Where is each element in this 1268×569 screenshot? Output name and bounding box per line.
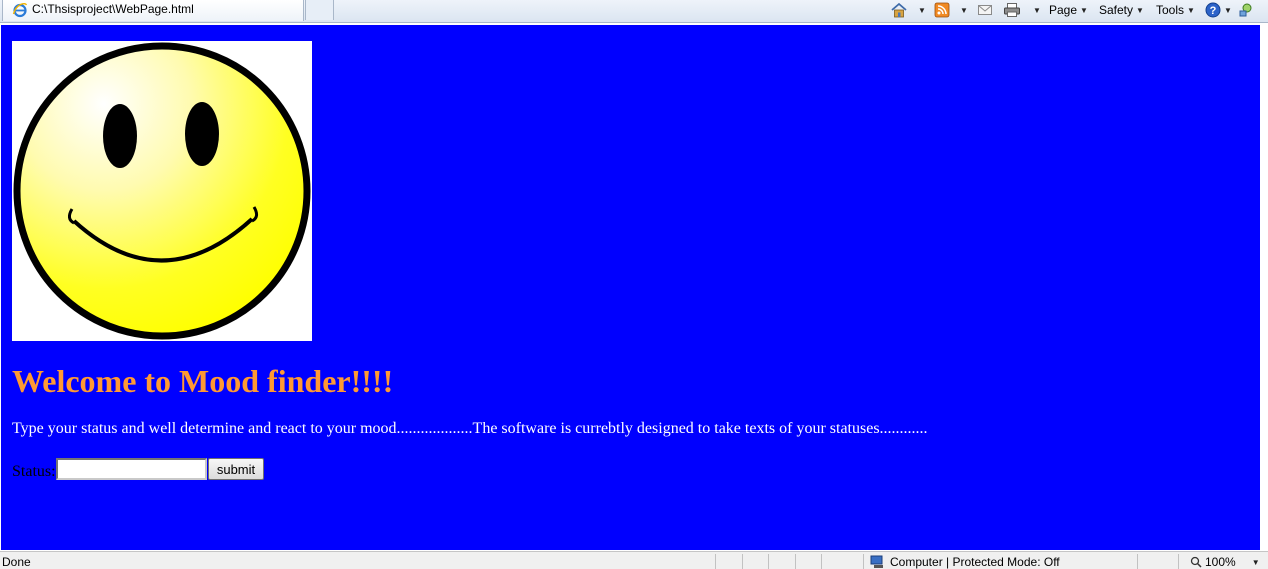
tools-menu-label: Tools	[1156, 3, 1185, 17]
security-zone[interactable]: Computer | Protected Mode: Off	[870, 555, 1060, 569]
chevron-down-icon[interactable]: ▼	[960, 6, 968, 15]
status-text: Done	[2, 555, 31, 569]
ie-logo-icon	[12, 3, 28, 18]
new-tab-button[interactable]	[305, 0, 334, 20]
printer-icon	[1004, 3, 1020, 17]
chevron-down-icon: ▼	[1080, 5, 1088, 15]
smiley-face-image	[12, 41, 312, 341]
chevron-down-icon: ▼	[1136, 5, 1144, 15]
status-divider	[863, 554, 864, 569]
status-divider	[742, 554, 743, 569]
status-divider	[1137, 554, 1138, 569]
chevron-down-icon[interactable]: ▼	[1252, 558, 1260, 567]
submit-button[interactable]: submit	[208, 458, 264, 480]
help-menu[interactable]: ? ▼	[1205, 0, 1232, 20]
status-divider	[821, 554, 822, 569]
print-button[interactable]: ▼	[1003, 0, 1041, 20]
computer-icon	[870, 555, 883, 568]
chevron-down-icon: ▼	[1224, 5, 1232, 15]
chevron-down-icon[interactable]: ▼	[918, 6, 926, 15]
zoom-icon	[1190, 556, 1202, 568]
page-menu[interactable]: Page ▼	[1049, 0, 1088, 20]
status-label: Status:	[12, 463, 56, 480]
svg-text:?: ?	[1210, 5, 1217, 17]
browser-toolbar: C:\Thsisproject\WebPage.html ▼ ▼ ▼ Page …	[0, 0, 1268, 23]
tab-title: C:\Thsisproject\WebPage.html	[32, 2, 194, 16]
page-content: Welcome to Mood finder!!!! Type your sta…	[1, 25, 1260, 550]
zoom-control[interactable]: 100% ▼	[1190, 555, 1260, 569]
read-mail-button[interactable]	[977, 0, 993, 20]
browser-tab[interactable]: C:\Thsisproject\WebPage.html	[2, 0, 304, 21]
mail-icon	[978, 5, 992, 15]
rss-feed-icon	[934, 2, 950, 18]
page-menu-label: Page	[1049, 3, 1078, 17]
home-button[interactable]: ▼	[890, 0, 926, 20]
safety-menu-label: Safety	[1099, 3, 1134, 17]
home-icon	[891, 2, 907, 18]
status-divider	[1178, 554, 1179, 569]
page-description: Type your status and well determine and …	[12, 420, 928, 437]
research-button[interactable]	[1238, 0, 1254, 20]
status-divider	[768, 554, 769, 569]
research-icon	[1239, 3, 1252, 17]
chevron-down-icon: ▼	[1187, 5, 1195, 15]
chevron-down-icon[interactable]: ▼	[1033, 6, 1041, 15]
scrollbar-gutter	[1260, 25, 1268, 550]
zoom-level: 100%	[1205, 555, 1236, 569]
page-heading: Welcome to Mood finder!!!!	[12, 363, 394, 399]
status-divider	[795, 554, 796, 569]
status-input[interactable]	[56, 458, 207, 480]
help-icon: ?	[1205, 2, 1221, 18]
safety-menu[interactable]: Safety ▼	[1099, 0, 1144, 20]
feeds-button[interactable]: ▼	[934, 0, 968, 20]
browser-status-bar: Done Computer | Protected Mode: Off 100%…	[0, 551, 1268, 569]
tools-menu[interactable]: Tools ▼	[1156, 0, 1195, 20]
status-divider	[715, 554, 716, 569]
zone-text: Computer | Protected Mode: Off	[890, 555, 1060, 569]
